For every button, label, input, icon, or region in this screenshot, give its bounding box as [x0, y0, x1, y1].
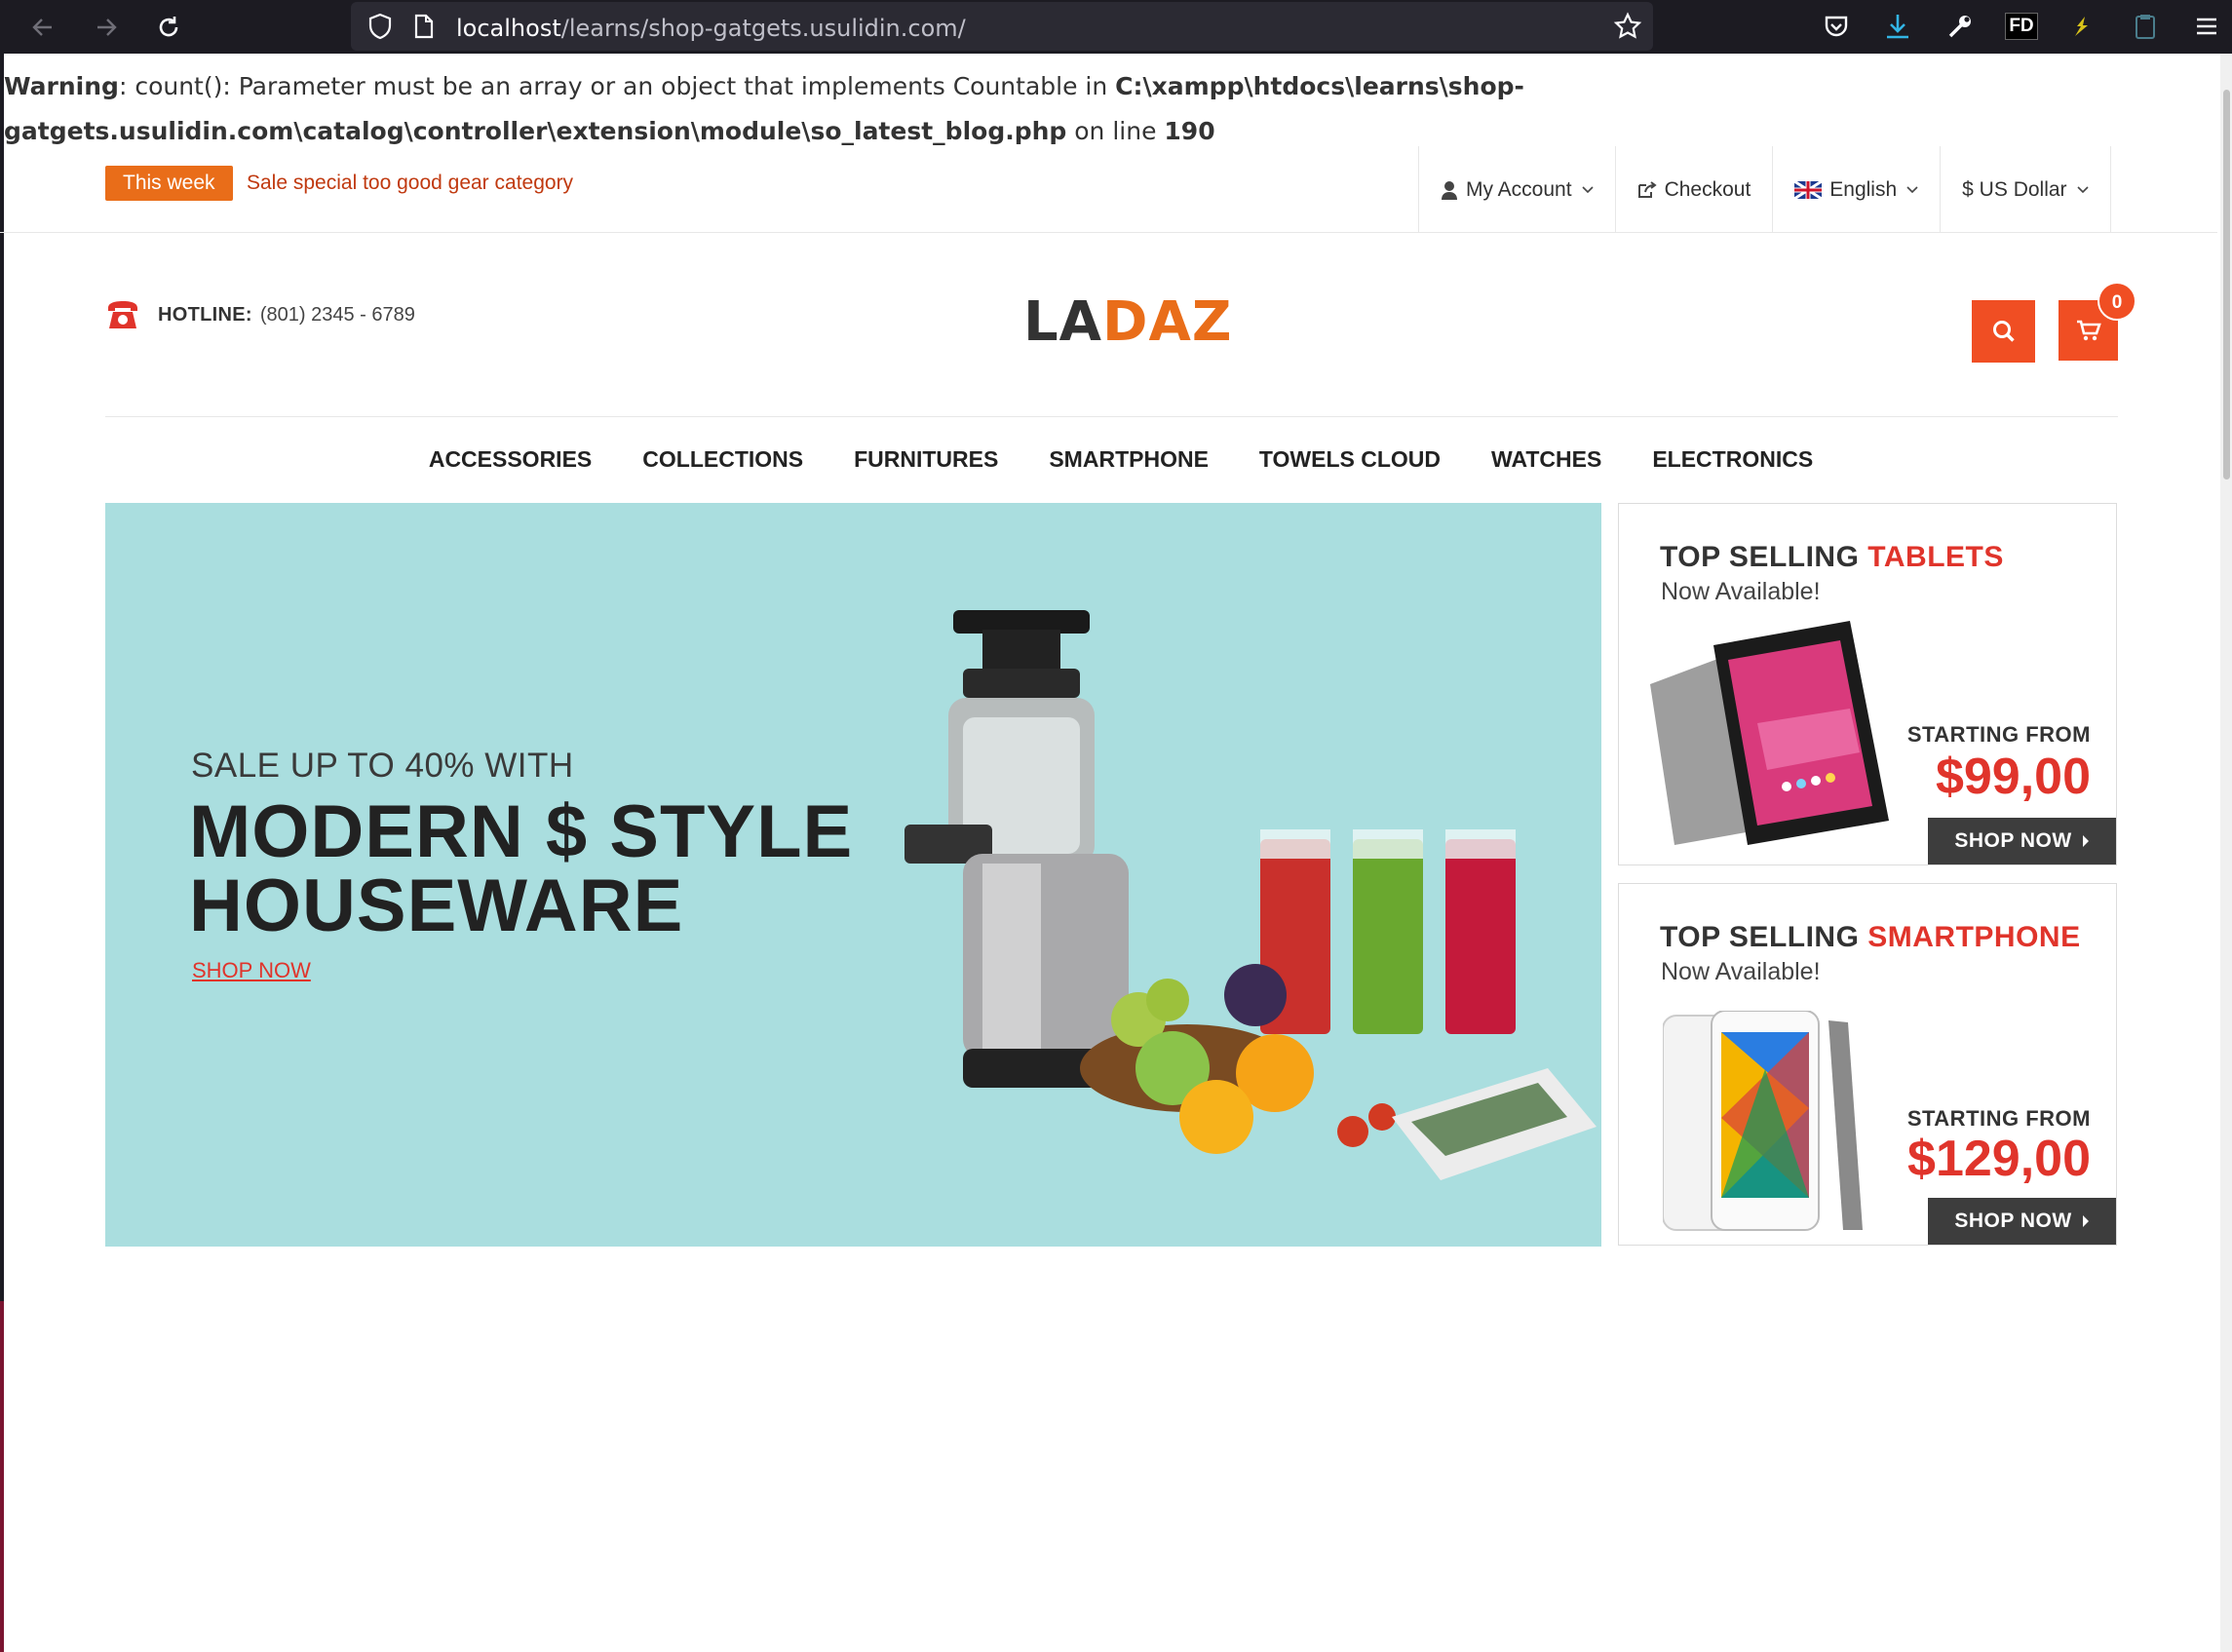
hamburger-menu-icon[interactable]: [2187, 7, 2226, 46]
banner-shop-now-button[interactable]: SHOP NOW: [1928, 1198, 2116, 1245]
wrench-icon[interactable]: [1941, 7, 1980, 46]
back-arrow-icon: [32, 19, 52, 36]
banner-shop-now-label: SHOP NOW: [1954, 829, 2072, 852]
caret-right-icon: [2082, 835, 2089, 847]
banner-title-accent: SMARTPHONE: [1867, 921, 2081, 953]
site-logo[interactable]: LADAZ: [1023, 290, 1232, 354]
hotline-label: HOTLINE:: [158, 303, 252, 326]
banner-subtitle: Now Available!: [1661, 578, 1821, 605]
pocket-icon[interactable]: [1817, 7, 1856, 46]
hero-subtitle: SALE UP TO 40% WITH: [191, 747, 574, 785]
banner-shop-now-button[interactable]: SHOP NOW: [1928, 818, 2116, 864]
language-dropdown[interactable]: English: [1773, 146, 1942, 233]
warning-on-line: on line: [1066, 117, 1165, 145]
juicer-product-image: [904, 610, 1597, 1180]
this-week-badge: This week: [105, 166, 233, 201]
back-button[interactable]: [23, 10, 62, 45]
checkout-link[interactable]: Checkout: [1616, 146, 1774, 233]
page-icon: [404, 7, 443, 46]
url-host: localhost: [456, 15, 561, 42]
tablet-image: [1650, 621, 1889, 845]
share-icon: [1637, 180, 1657, 198]
search-icon: [1992, 321, 2015, 342]
nav-item-watches[interactable]: WATCHES: [1491, 439, 1601, 480]
chevron-down-icon: [1581, 185, 1594, 193]
fd-extension-icon[interactable]: FD: [2002, 7, 2041, 46]
forward-button[interactable]: [87, 10, 126, 45]
logo-part1: LA: [1023, 290, 1103, 354]
hero-title-line2: HOUSEWARE: [189, 864, 684, 947]
reload-icon: [159, 17, 178, 37]
hotline-number[interactable]: (801) 2345 - 6789: [260, 304, 415, 327]
php-warning: Warning: count(): Parameter must be an a…: [4, 64, 2216, 154]
uk-flag-icon: [1794, 180, 1823, 199]
banner-shop-now-label: SHOP NOW: [1954, 1210, 2072, 1232]
banner-starting-from: STARTING FROM: [1906, 1106, 2091, 1131]
nav-item-furnitures[interactable]: FURNITURES: [854, 439, 998, 480]
reload-button[interactable]: [149, 10, 188, 45]
hotline: HOTLINE: (801) 2345 - 6789: [105, 298, 415, 331]
user-icon: [1442, 180, 1457, 200]
nav-item-accessories[interactable]: ACCESSORIES: [429, 439, 592, 480]
currency-label: $ US Dollar: [1962, 177, 2067, 201]
download-icon[interactable]: [1878, 7, 1917, 46]
banner-title: TOP SELLING SMARTPHONE: [1660, 921, 2081, 954]
nav-item-smartphone[interactable]: SMARTPHONE: [1049, 439, 1209, 480]
language-label: English: [1829, 177, 1898, 201]
banner-price: $99,00: [1935, 749, 2091, 805]
banner-starting-from: STARTING FROM: [1906, 722, 2091, 747]
caret-right-icon: [2082, 1215, 2089, 1227]
browser-toolbar: localhost/learns/shop-gatgets.usulidin.c…: [0, 0, 2232, 54]
bookmark-star-icon[interactable]: [1608, 7, 1647, 46]
nav-item-towels-cloud[interactable]: TOWELS CLOUD: [1259, 439, 1441, 480]
warning-label: Warning: [4, 72, 119, 100]
shield-icon[interactable]: [361, 7, 400, 46]
banner-price: $129,00: [1907, 1131, 2091, 1187]
my-account-dropdown[interactable]: My Account: [1419, 146, 1616, 233]
top-bar: This week Sale special too good gear cat…: [0, 146, 2217, 233]
header-divider: [105, 416, 2118, 417]
hero-shop-now-link[interactable]: SHOP NOW: [192, 958, 311, 983]
search-button[interactable]: [1972, 300, 2035, 363]
banner-subtitle: Now Available!: [1661, 958, 1821, 985]
hero-title: MODERN $ STYLE HOUSEWARE: [189, 795, 853, 943]
my-account-label: My Account: [1466, 177, 1572, 201]
cart-count-badge: 0: [2097, 282, 2136, 321]
currency-dropdown[interactable]: $ US Dollar: [1941, 146, 2111, 233]
hero-slider[interactable]: SALE UP TO 40% WITH MODERN $ STYLE HOUSE…: [105, 503, 1601, 1247]
address-bar[interactable]: localhost/learns/shop-gatgets.usulidin.c…: [351, 2, 1653, 51]
banner-title-text: TOP SELLING: [1660, 921, 1868, 953]
banner-title-accent: TABLETS: [1867, 541, 2004, 573]
warning-message: : count(): Parameter must be an array or…: [118, 72, 1116, 100]
page-scrollbar-thumb[interactable]: [2223, 90, 2230, 480]
url-path: /learns/shop-gatgets.usulidin.com/: [560, 15, 966, 42]
chevron-down-icon: [1906, 185, 1918, 193]
chevron-down-icon: [2076, 185, 2089, 193]
nav-item-electronics[interactable]: ELECTRONICS: [1652, 439, 1813, 480]
shopping-cart-icon: [2076, 320, 2101, 341]
hero-title-line1: MODERN $ STYLE: [189, 790, 854, 873]
smartphone-image: [1663, 1011, 1863, 1231]
phone-icon: [108, 301, 137, 328]
banner-title: TOP SELLING TABLETS: [1660, 541, 2004, 574]
sale-promo-link[interactable]: Sale special too good gear category: [247, 172, 573, 195]
banner-title-text: TOP SELLING: [1660, 541, 1868, 573]
checkout-label: Checkout: [1664, 177, 1751, 201]
smartphone-promo-banner[interactable]: TOP SELLING SMARTPHONE Now Available! ST…: [1618, 883, 2117, 1246]
lightning-extension-icon[interactable]: [2063, 7, 2102, 46]
url-text: localhost/learns/shop-gatgets.usulidin.c…: [456, 15, 966, 42]
top-menu: My Account Checkout English $ US Dollar: [1418, 146, 2111, 233]
nav-item-collections[interactable]: COLLECTIONS: [642, 439, 803, 480]
main-menu: ACCESSORIES COLLECTIONS FURNITURES SMART…: [0, 439, 2232, 480]
fd-extension-label: FD: [2005, 13, 2038, 40]
left-window-edge-accent: [0, 1301, 4, 1652]
tablet-promo-banner[interactable]: TOP SELLING TABLETS Now Available! START…: [1618, 503, 2117, 865]
forward-arrow-icon: [97, 19, 117, 36]
clipboard-extension-icon[interactable]: [2126, 7, 2165, 46]
logo-part2: DAZ: [1102, 290, 1233, 354]
warning-line-number: 190: [1164, 117, 1215, 145]
